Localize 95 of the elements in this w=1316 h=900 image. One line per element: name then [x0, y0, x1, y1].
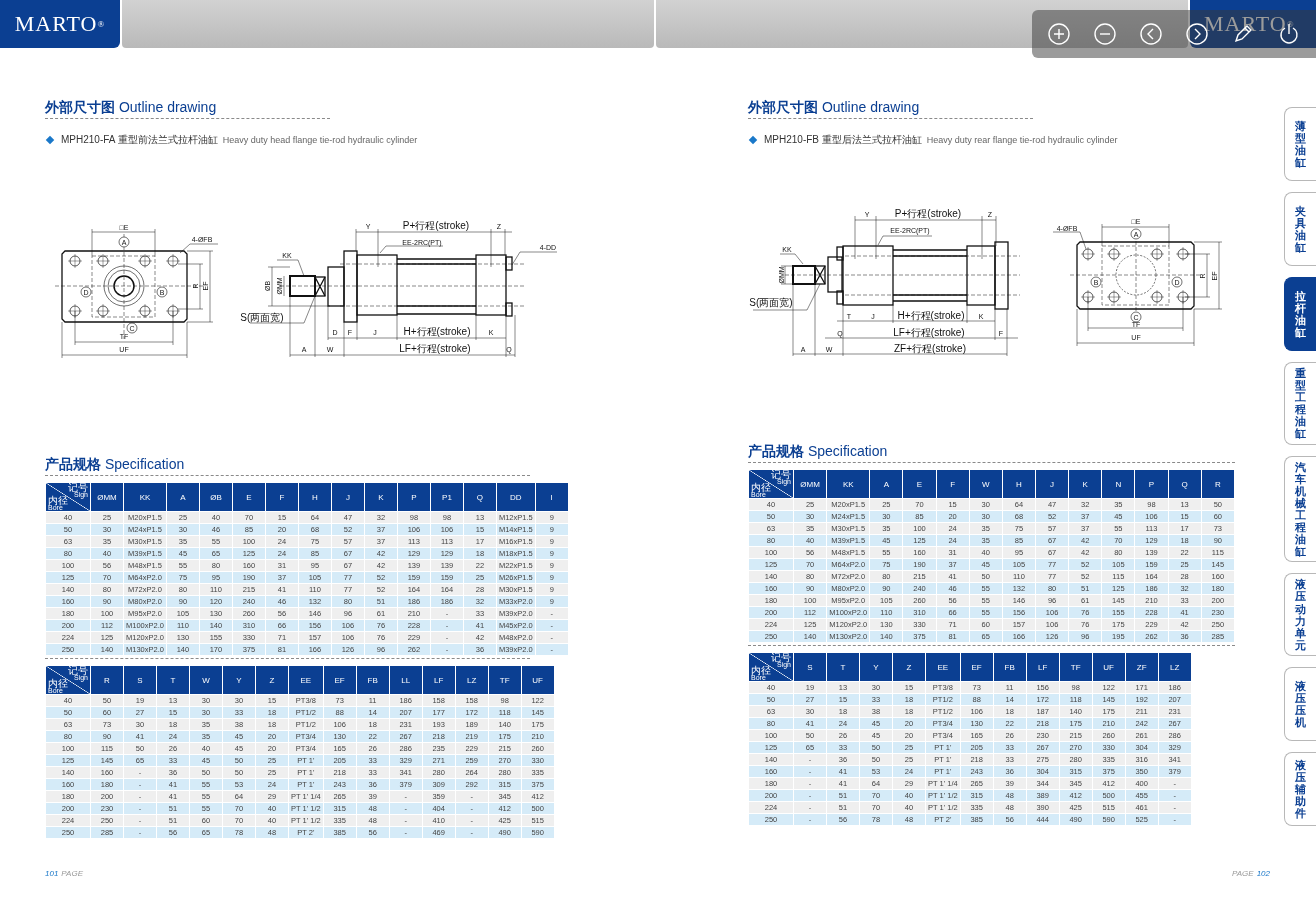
column-header: R — [91, 666, 123, 694]
logo: MARTO$^{®}$ — [1190, 0, 1316, 48]
column-header: LF — [1026, 653, 1059, 681]
column-header: LZ — [1158, 653, 1191, 681]
dimension-label: LF+行程(stroke) — [399, 343, 471, 354]
dimension-label: S(两面宽) — [749, 297, 793, 308]
column-header: P1 — [430, 483, 463, 511]
dimension-label: H+行程(stroke) — [897, 310, 965, 321]
dimension-label: S(两面宽) — [240, 312, 284, 323]
page-label: PAGE — [61, 869, 83, 878]
column-header: KK — [827, 470, 870, 498]
header-label: 内径 — [48, 679, 68, 688]
column-header: ØMM — [91, 483, 123, 511]
logo: MARTO$^{®}$ — [0, 0, 120, 48]
category-tab[interactable]: 液压辅助件 — [1284, 751, 1316, 826]
category-tab[interactable]: 拉杆油缸 — [1284, 277, 1316, 351]
model-name: MPH210-FB 重型后法兰式拉杆油缸 — [764, 133, 922, 147]
column-header: N — [1102, 470, 1135, 498]
header-label: 内径 — [751, 666, 771, 675]
column-header: A — [870, 470, 903, 498]
column-header: K — [1069, 470, 1102, 498]
column-header: E — [903, 470, 936, 498]
column-header: R — [1201, 470, 1234, 498]
column-header: ZF — [1125, 653, 1158, 681]
column-header: S — [124, 666, 156, 694]
header-label: 记号 — [771, 653, 791, 662]
column-header: UF — [521, 666, 554, 694]
column-header: ØMM — [794, 470, 827, 498]
model-description: Heavy duty head flange tie-rod hydraulic cylinder — [222, 135, 418, 145]
category-tab[interactable]: 液压压机 — [1284, 666, 1316, 741]
column-header: TF — [1059, 653, 1092, 681]
column-header: EE — [926, 653, 960, 681]
column-header: E — [232, 483, 265, 511]
header-label: 内径 — [751, 483, 771, 492]
column-header: Q — [463, 483, 496, 511]
category-tab[interactable]: 重型工程油缸 — [1284, 362, 1316, 445]
column-header: Y — [860, 653, 892, 681]
column-header: DD — [496, 483, 535, 511]
column-header: A — [166, 483, 199, 511]
column-header: T — [827, 653, 859, 681]
category-tab[interactable]: 汽车机械工程油缸 — [1284, 455, 1316, 563]
page-number: 101 — [45, 869, 59, 878]
column-header: LF — [422, 666, 455, 694]
column-header: H — [1002, 470, 1035, 498]
header-label: 记号 — [68, 483, 88, 492]
zoom-out-icon[interactable] — [1092, 21, 1118, 47]
column-header: EF — [960, 653, 993, 681]
dimension-label: H+行程(stroke) — [403, 326, 471, 337]
column-header: KK — [124, 483, 166, 511]
column-header: EE — [289, 666, 323, 694]
column-header: TF — [488, 666, 521, 694]
model-name: MPH210-FA 重型前法兰式拉杆油缸 — [61, 133, 218, 147]
column-header: LZ — [455, 666, 488, 694]
column-header: FB — [356, 666, 389, 694]
column-header: H — [298, 483, 331, 511]
column-header: Z — [893, 653, 925, 681]
section-title: 外部尺寸图 Outline drawing — [748, 98, 921, 116]
column-header: K — [364, 483, 397, 511]
dimension-label: P+行程(stroke) — [402, 220, 470, 231]
zoom-in-icon[interactable] — [1046, 21, 1072, 47]
column-header: T — [157, 666, 189, 694]
column-header: LL — [389, 666, 422, 694]
page-number: 102 — [1256, 869, 1270, 878]
section-title: 产品规格 Specification — [748, 442, 889, 460]
column-header: Q — [1168, 470, 1201, 498]
column-header: UF — [1092, 653, 1125, 681]
dimension-label: ZF+行程(stroke) — [894, 343, 966, 354]
column-header: Y — [223, 666, 255, 694]
section-title: 产品规格 Specification — [45, 455, 186, 473]
column-header: J — [331, 483, 364, 511]
column-header: W — [190, 666, 222, 694]
column-header: W — [969, 470, 1002, 498]
dimension-label: P+行程(stroke) — [894, 208, 962, 219]
section-title: 外部尺寸图 Outline drawing — [45, 98, 218, 116]
category-tab[interactable]: 液压动力单元 — [1284, 573, 1316, 656]
column-header: P — [1135, 470, 1168, 498]
header-label: 记号 — [771, 470, 791, 479]
column-header: S — [794, 653, 826, 681]
column-header: F — [936, 470, 969, 498]
column-header: FB — [993, 653, 1026, 681]
column-header: I — [535, 483, 568, 511]
header-label: 内径 — [48, 496, 68, 505]
previous-icon[interactable] — [1138, 21, 1164, 47]
category-tab[interactable]: 薄型油缸 — [1284, 107, 1316, 181]
column-header: P — [397, 483, 430, 511]
column-header: Z — [256, 666, 288, 694]
page-label: PAGE — [1232, 869, 1254, 878]
column-header: EF — [323, 666, 356, 694]
column-header: F — [265, 483, 298, 511]
column-header: ØB — [199, 483, 232, 511]
column-header: J — [1036, 470, 1069, 498]
category-tab[interactable]: 夹具油缸 — [1284, 192, 1316, 266]
dimension-label: LF+行程(stroke) — [893, 327, 965, 338]
model-description: Heavy duty rear flange tie-rod hydraulic cylinder — [926, 135, 1118, 145]
header-label: 记号 — [68, 666, 88, 675]
